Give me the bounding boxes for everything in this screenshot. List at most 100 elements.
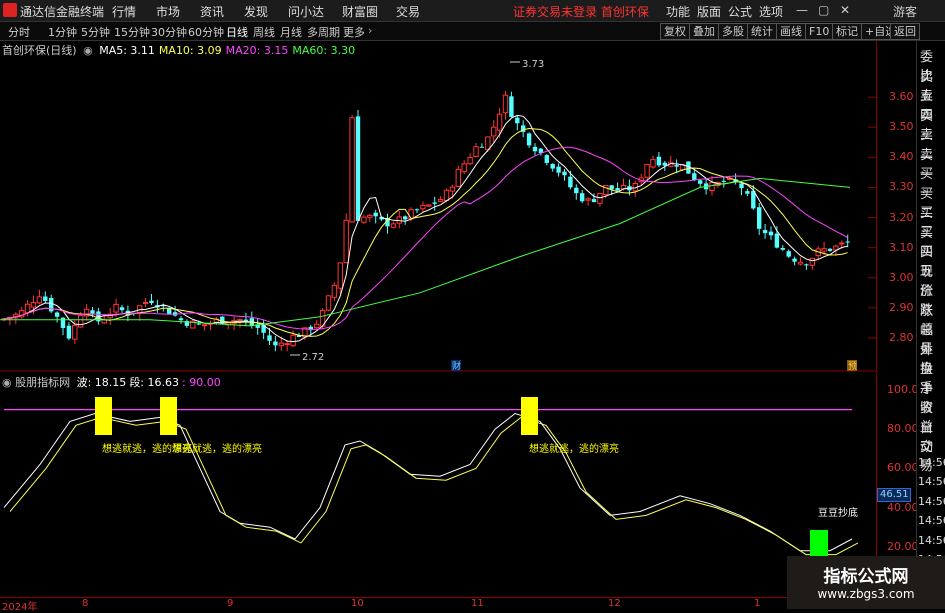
sell-signal-bar [521,397,538,435]
candle-body [821,248,827,252]
price-tick: 2.90 [889,300,914,314]
candle-body [367,214,373,218]
candle-body [692,173,697,181]
candle-body [496,113,503,131]
date-tick: 12 [608,598,621,609]
candle-body [201,324,208,327]
date-tick: 10 [351,598,364,609]
candle-body [432,202,437,204]
candle-body [414,209,420,211]
candle-body [562,171,567,176]
candle-body [502,94,509,114]
candle-body [509,96,514,117]
price-axis: 3.60 3.50 3.40 3.30 3.20 3.10 3.00 2.90 2.80 [876,41,916,371]
sell-signal-text: 想逃就逃，逃的漂亮 [529,442,619,455]
price-tick: 3.50 [889,120,914,134]
candle-body [167,308,172,315]
sidebar-item-21: 14:56 [918,455,945,469]
candle-body [331,284,338,298]
candle-body [443,189,450,201]
date-tick: 1 [754,598,761,609]
candle-body [290,334,296,347]
candle-body [396,216,403,224]
candle-body [550,163,555,169]
candle-body [420,204,426,210]
candle-body [337,262,344,289]
candle-body [580,193,585,202]
sidebar-item-23: 14:56 [918,494,945,508]
sidebar: 委比 卖五 卖四 卖三 卖二 卖一 买一 买二 买三 买四 买五 现价 涨跌 涨幅 总量 外盘 换手 净资 收益 自动… [916,41,945,609]
candle-body [839,242,845,245]
candle-body [526,133,532,146]
sidebar-item-22: 14:56 [918,475,945,488]
ma10-line [3,127,848,337]
candle-body [709,182,715,192]
candle-body [278,342,285,347]
wave-line [3,412,853,552]
chart-canvas[interactable]: 3.732.72财 预想逃就逃，逃的漂亮想逃就逃，逃的漂亮 想逃就逃，逃的漂亮豆豆抄… [0,0,876,597]
candle-body [49,298,54,312]
candle-body [24,303,31,314]
candle-body [473,146,479,158]
current-value-badge: 46.51 [877,487,911,502]
candle-body [403,216,408,220]
candle-body [532,146,538,152]
back-button[interactable]: 返回 [890,23,920,40]
candle-body [491,126,497,137]
guest-button[interactable]: 游客 [893,3,917,20]
candle-body [721,180,726,182]
candle-body [343,219,349,264]
candle-body [609,185,614,190]
candle-body [650,159,656,168]
candle-body [757,207,762,229]
candle-body [390,223,397,228]
candle-body [361,216,367,223]
price-tick: 3.10 [889,240,914,254]
date-tick: 2024年 [2,602,38,613]
candle-body [698,180,703,184]
candle-body [349,117,355,223]
candle-body [797,261,804,265]
sell-signal-bar [160,397,177,435]
buy-signal-text: 豆豆抄底 [818,506,858,519]
candle-body [644,164,650,178]
candle-body [314,323,320,329]
candle-body [426,204,432,207]
candle-body [66,325,72,339]
candle-body [119,307,125,311]
candle-body [78,314,84,328]
candle-body [142,301,149,305]
candle-body [827,248,833,251]
candle-body [768,231,774,236]
watermark-title: 指标公式网 [823,567,909,587]
candle-body [656,156,662,166]
date-axis: 2024年 8 9 10 11 12 1 [0,597,876,613]
candle-body [149,300,154,304]
candle-body [544,155,549,163]
candle-body [72,324,78,340]
candle-body [36,296,43,304]
date-tick: 9 [227,598,234,609]
candle-body [568,176,573,188]
candle-body [30,302,37,308]
candle-body [449,186,456,192]
candle-body [515,117,520,124]
candle-body [585,198,591,201]
candle-body [845,241,850,243]
candle-body [780,247,785,250]
candle-body [597,192,603,204]
candle-body [745,191,750,194]
candle-body [461,163,467,173]
candle-body [674,165,679,167]
candle-body [113,303,119,313]
indicator-tick: 80.00 [887,422,919,436]
candle-body [591,199,597,203]
ma60-line [0,177,851,327]
candle-body [90,310,95,314]
indicator-tick: 40.00 [887,500,919,514]
candle-body [408,209,414,220]
candle-body [804,264,809,266]
candle-body [786,251,791,257]
sidebar-item-24: 14:56 [918,514,945,527]
date-tick: 8 [82,598,89,609]
